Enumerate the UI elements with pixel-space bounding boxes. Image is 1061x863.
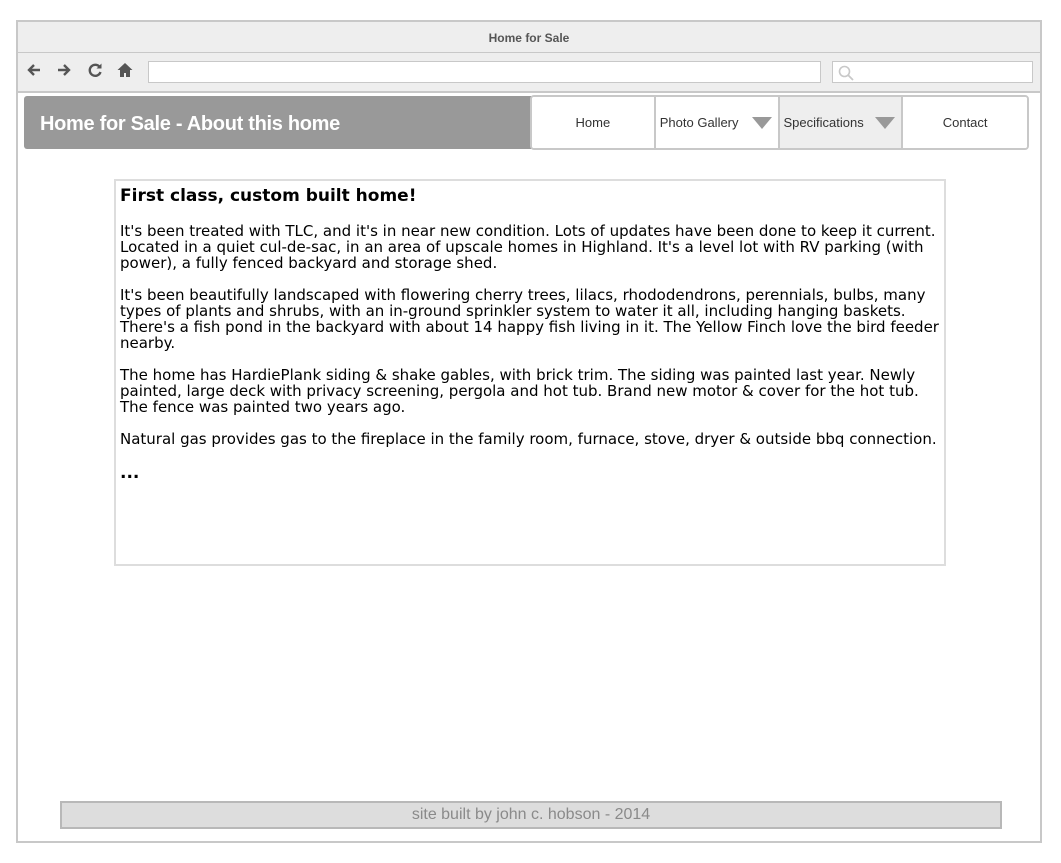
main-navigation: Home Photo Gallery Specifications Contac…: [530, 95, 1029, 150]
address-bar[interactable]: [148, 61, 821, 83]
browser-toolbar: [18, 53, 1040, 93]
window-title: Home for Sale: [18, 22, 1040, 53]
content-paragraph: It's been treated with TLC, and it's in …: [120, 222, 936, 272]
reload-icon[interactable]: [87, 62, 103, 82]
browser-window: Home for Sale Home for Sale - About this…: [16, 20, 1042, 843]
content-paragraph: Natural gas provides gas to the fireplac…: [120, 430, 937, 448]
arrow-left-icon[interactable]: [26, 62, 42, 82]
content-paragraph: It's been beautifully landscaped with fl…: [120, 286, 939, 352]
page-title: Home for Sale - About this home: [40, 113, 340, 135]
search-icon: [838, 65, 854, 81]
nav-item-label: Specifications: [783, 115, 864, 130]
more-ellipsis: ...: [120, 463, 140, 483]
content-paragraph: The home has HardiePlank siding & shake …: [120, 366, 919, 416]
browser-search-box[interactable]: [832, 61, 1033, 83]
home-icon[interactable]: [117, 62, 133, 82]
chevron-down-icon[interactable]: [875, 117, 896, 129]
nav-item-contact[interactable]: Contact: [903, 97, 1027, 148]
nav-item-label: Home: [575, 115, 611, 130]
content-heading: First class, custom built home!: [120, 186, 417, 206]
chevron-down-icon[interactable]: [751, 117, 772, 129]
header-banner: Home for Sale - About this home: [24, 96, 532, 149]
arrow-right-icon[interactable]: [56, 62, 72, 82]
about-content: First class, custom built home! It's bee…: [114, 179, 946, 566]
nav-item-photo-gallery[interactable]: Photo Gallery: [655, 97, 780, 148]
site-footer: site built by john c. hobson - 2014: [60, 801, 1002, 829]
nav-item-label: Photo Gallery: [659, 115, 739, 130]
nav-item-specifications[interactable]: Specifications: [779, 97, 904, 148]
nav-item-label: Contact: [942, 115, 988, 130]
nav-item-home[interactable]: Home: [532, 97, 656, 148]
